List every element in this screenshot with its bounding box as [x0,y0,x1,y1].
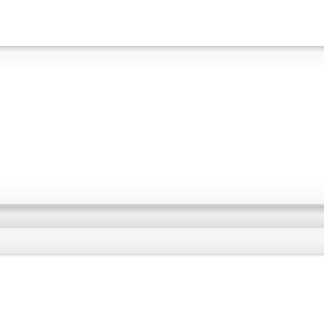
air-conditioner-unit [0,46,324,257]
front-panel [0,52,324,204]
louver-shadow [0,254,324,257]
air-louver [0,228,324,255]
product-photo [0,0,324,324]
vent-lip [0,214,324,228]
panel-seam [0,204,324,214]
